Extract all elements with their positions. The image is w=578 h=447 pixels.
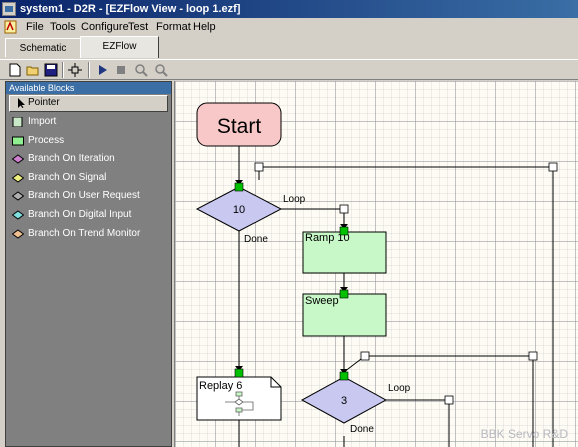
signal-diamond-icon: [12, 173, 24, 183]
palette-item-label: Pointer: [28, 97, 60, 108]
palette-item-label: Branch On Iteration: [28, 153, 115, 165]
palette-item-branch-on-signal[interactable]: Branch On Signal: [6, 169, 171, 188]
loop-count: 3: [341, 395, 347, 407]
document-menu-icon[interactable]: [4, 20, 18, 34]
ramp-process-block[interactable]: Ramp 10: [302, 231, 387, 274]
loop-count: 10: [233, 204, 245, 216]
app-icon[interactable]: [2, 2, 16, 16]
import-icon: [12, 117, 23, 127]
digital-input-diamond-icon: [12, 210, 24, 220]
palette-item-label: Branch On User Request: [28, 190, 140, 202]
panel-header: Available Blocks: [6, 82, 171, 94]
new-icon[interactable]: [8, 63, 22, 77]
zoom-in-icon[interactable]: [134, 63, 148, 77]
trend-monitor-diamond-icon: [12, 228, 24, 239]
palette-item-process[interactable]: Process: [6, 132, 171, 151]
sweep-label: Sweep: [305, 295, 339, 307]
menu-format[interactable]: Format: [156, 21, 191, 33]
toolbar-separator: [88, 62, 90, 78]
iteration-diamond-icon: [12, 154, 24, 164]
palette-item-pointer[interactable]: Pointer: [9, 95, 168, 112]
tab-ezflow[interactable]: EZFlow: [80, 36, 159, 58]
palette-item-branch-on-iteration[interactable]: Branch On Iteration: [6, 150, 171, 169]
replay-label: Replay 6: [199, 380, 242, 392]
replay-import-block[interactable]: Replay 6: [196, 376, 282, 421]
flow-connectors: [238, 146, 554, 447]
toolbar-separator: [62, 62, 64, 78]
start-label: Start: [217, 115, 262, 138]
process-icon: [12, 136, 24, 146]
view-tabs: Schematic EZFlow: [0, 36, 578, 59]
menu-configure[interactable]: Configure: [81, 21, 129, 33]
window-title: system1 - D2R - [EZFlow View - loop 1.ez…: [20, 3, 241, 15]
loop-decision-3[interactable]: 3: [300, 376, 388, 424]
loop-decision-10[interactable]: 10: [195, 186, 283, 232]
palette-item-label: Import: [28, 116, 57, 127]
palette-item-branch-on-trend-monitor[interactable]: Branch On Trend Monitor: [6, 225, 171, 244]
layout-icon[interactable]: [68, 63, 82, 77]
save-icon[interactable]: [44, 63, 58, 77]
start-node[interactable]: Start: [196, 102, 282, 147]
flow-canvas[interactable]: Start 10 Loop Done Ramp 10 Sweep Replay …: [174, 81, 578, 447]
done-branch-label: Done: [350, 424, 374, 435]
watermark: BBK Servo R&D: [480, 427, 568, 441]
palette-item-branch-on-digital-input[interactable]: Branch On Digital Input: [6, 206, 171, 225]
zoom-out-icon[interactable]: [154, 63, 168, 77]
palette-item-branch-on-user-request[interactable]: Branch On User Request: [6, 187, 171, 206]
title-bar: system1 - D2R - [EZFlow View - loop 1.ez…: [0, 0, 578, 18]
palette-item-label: Branch On Trend Monitor: [28, 227, 141, 239]
toolbar: [0, 59, 578, 80]
loop-branch-label: Loop: [388, 383, 411, 394]
user-request-diamond-icon: [12, 191, 24, 201]
palette-item-import[interactable]: Import: [6, 113, 171, 132]
palette-item-label: Process: [28, 134, 65, 146]
menu-bar: File Tools Configure Test Format Help: [0, 18, 578, 36]
menu-tools[interactable]: Tools: [50, 21, 76, 33]
available-blocks-panel: Available Blocks Pointer Import Process …: [5, 81, 172, 447]
palette-item-label: Branch On Signal: [28, 171, 107, 183]
open-icon[interactable]: [26, 63, 40, 77]
menu-test[interactable]: Test: [128, 21, 148, 33]
flow-diagram: Start 10 Loop Done Ramp 10 Sweep Replay …: [195, 102, 558, 447]
tab-schematic[interactable]: Schematic: [5, 38, 81, 57]
loop-branch-label: Loop: [283, 194, 306, 205]
palette-item-label: Branch On Digital Input: [28, 208, 132, 220]
run-icon[interactable]: [96, 63, 110, 77]
pointer-icon: [18, 98, 25, 108]
done-branch-label: Done: [244, 234, 268, 245]
stop-icon[interactable]: [114, 63, 128, 77]
menu-help[interactable]: Help: [193, 21, 216, 33]
menu-file[interactable]: File: [26, 21, 44, 33]
sweep-process-block[interactable]: Sweep: [302, 293, 387, 337]
